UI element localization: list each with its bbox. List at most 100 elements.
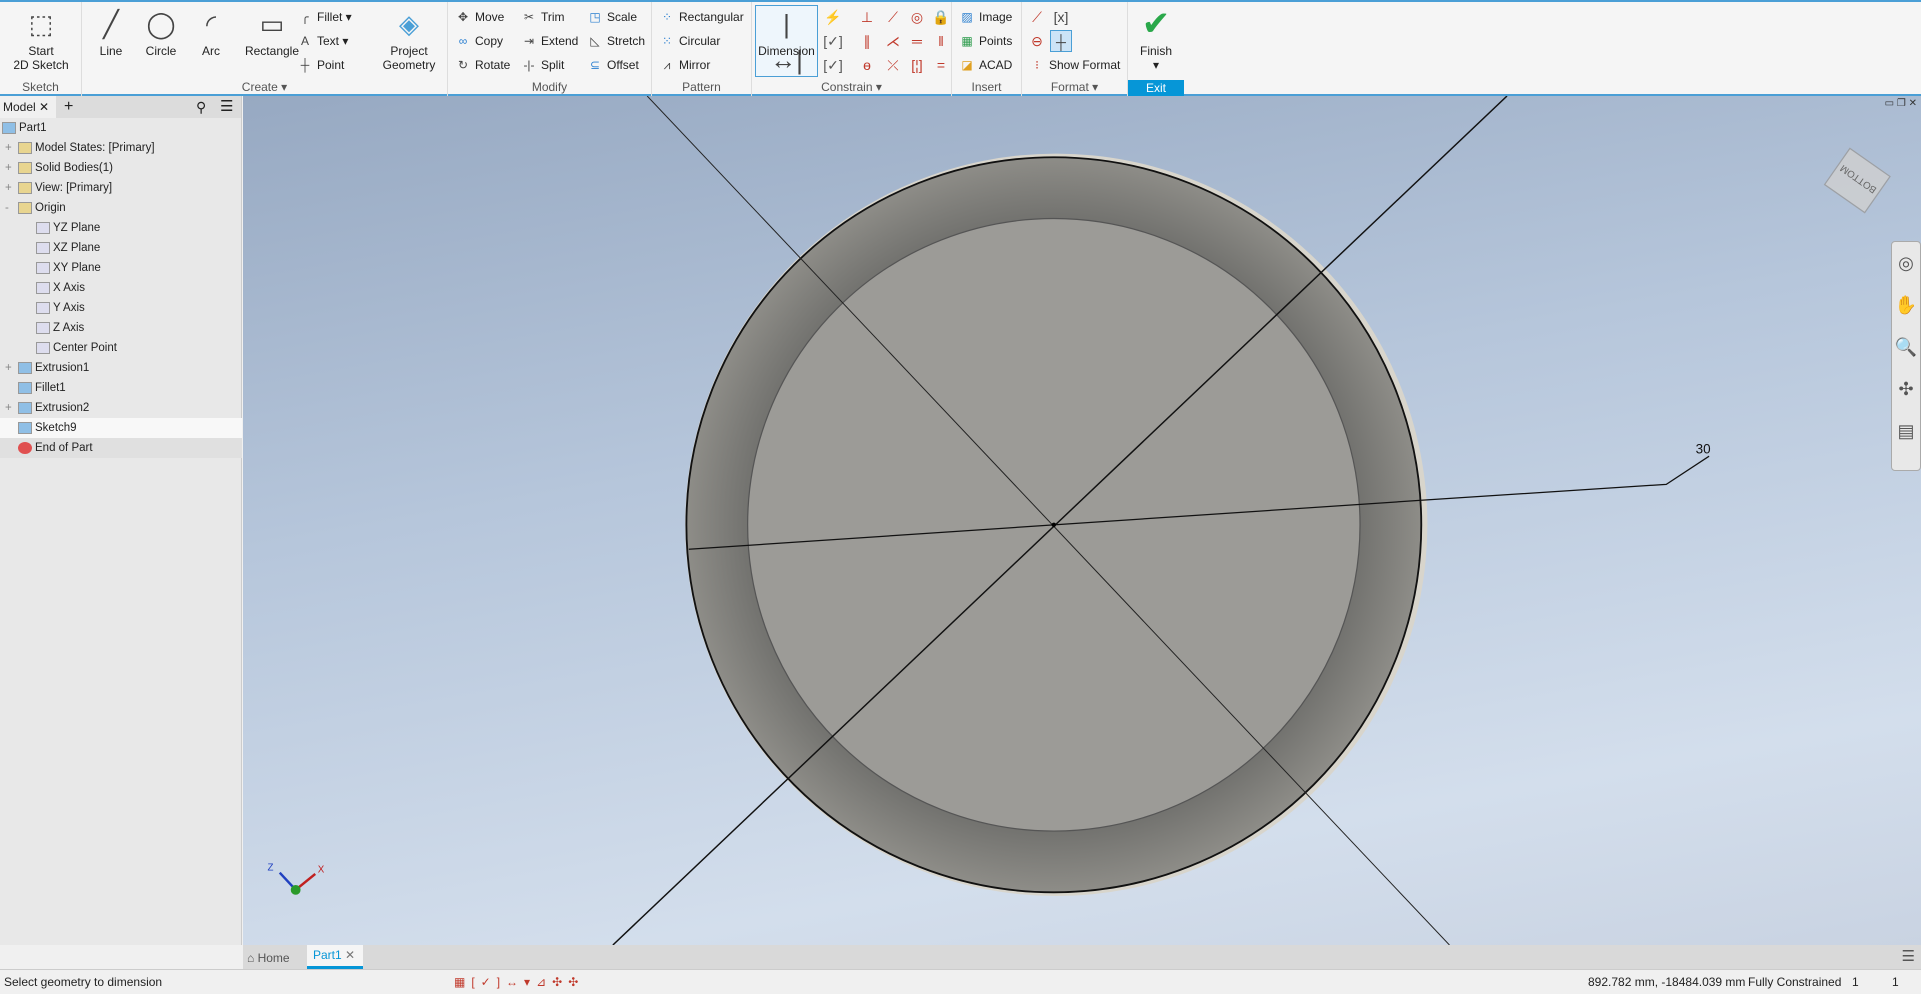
acad-button[interactable]: ◪ ACAD bbox=[958, 54, 1012, 76]
tab-part1[interactable]: Part1 ✕ bbox=[307, 945, 363, 969]
rotate-button[interactable]: ↻ Rotate bbox=[454, 54, 510, 76]
parallel-icon[interactable]: ∥ bbox=[856, 30, 878, 52]
dimension-button[interactable]: |↔| Dimension bbox=[755, 5, 818, 77]
tangent-icon[interactable]: ɵ bbox=[856, 54, 878, 76]
construction-icon[interactable]: ⟋ bbox=[1026, 6, 1048, 28]
scale-button[interactable]: ◳ Scale bbox=[586, 6, 637, 28]
mirror-button[interactable]: ⩘ Mirror bbox=[658, 54, 711, 76]
tree-item[interactable]: - Origin bbox=[0, 198, 242, 218]
expand-toggle[interactable]: + bbox=[5, 158, 12, 178]
auto-dimension-icon[interactable]: ⚡ bbox=[822, 6, 844, 28]
collinear-icon[interactable]: ⋌ bbox=[882, 30, 904, 52]
perpendicular-icon[interactable]: ⊥ bbox=[856, 6, 878, 28]
circular-pattern-button[interactable]: ⁙ Circular bbox=[658, 30, 720, 52]
tree-item[interactable]: Fillet1 bbox=[0, 378, 242, 398]
tab-model[interactable]: Model ✕ bbox=[0, 96, 56, 118]
tree-item[interactable]: Sketch9 bbox=[0, 418, 242, 438]
constraint-settings-icon[interactable]: [✓] bbox=[822, 54, 844, 76]
show-format-button[interactable]: ⁝ Show Format bbox=[1028, 54, 1120, 76]
point-icon: ┼ bbox=[300, 58, 310, 72]
view-cube[interactable]: BOTTOM bbox=[1823, 147, 1891, 214]
line-button[interactable]: ╱ Line bbox=[86, 6, 136, 58]
expand-toggle[interactable]: - bbox=[5, 198, 9, 218]
tree-item[interactable]: Z Axis bbox=[0, 318, 242, 338]
tab-home[interactable]: ⌂ Home bbox=[247, 948, 290, 968]
coincident-icon[interactable]: ⟋ bbox=[882, 6, 904, 28]
stretch-button[interactable]: ◺ Stretch bbox=[586, 30, 645, 52]
tree-item[interactable]: XZ Plane bbox=[0, 238, 242, 258]
tree-item-label: End of Part bbox=[35, 442, 93, 454]
start-2d-sketch-button[interactable]: ⬚ Start 2D Sketch bbox=[4, 6, 78, 72]
tree-item[interactable]: + Model States: [Primary] bbox=[0, 138, 242, 158]
zoom-icon[interactable]: 🔍 bbox=[1892, 326, 1920, 368]
fillet-button[interactable]: ╭ Fillet ▾ bbox=[296, 6, 351, 28]
driven-dimension-icon[interactable]: [x] bbox=[1050, 6, 1072, 28]
point-button[interactable]: ┼ Point bbox=[296, 54, 345, 76]
center-point-icon[interactable]: ┼ bbox=[1050, 30, 1072, 52]
add-tab-icon[interactable]: + bbox=[64, 96, 73, 118]
tree-item[interactable]: Y Axis bbox=[0, 298, 242, 318]
tree-item[interactable]: + View: [Primary] bbox=[0, 178, 242, 198]
tree-item[interactable]: YZ Plane bbox=[0, 218, 242, 238]
symmetric-icon[interactable]: [¦] bbox=[906, 54, 928, 76]
menu-icon[interactable]: ☰ bbox=[220, 96, 233, 118]
finish-button[interactable]: ✔ Finish ▾ bbox=[1128, 6, 1184, 72]
tree-item[interactable]: Part1 bbox=[0, 118, 242, 138]
split-button[interactable]: -|- Split bbox=[520, 54, 564, 76]
circle-button[interactable]: ◯ Circle bbox=[136, 6, 186, 58]
search-icon[interactable]: ⚲ bbox=[196, 96, 206, 118]
graphics-viewport[interactable]: 30 BOTTOM ZX ◎ ✋ 🔍 ✣ ▤ ▭ ❐ ✕ bbox=[243, 96, 1921, 945]
project-geometry-button[interactable]: ◈ Project Geometry bbox=[372, 6, 446, 72]
tree-item[interactable]: + Extrusion2 bbox=[0, 398, 242, 418]
tabs-menu-icon[interactable]: ☰ bbox=[1902, 947, 1915, 965]
steering-wheel-icon[interactable]: ◎ bbox=[1892, 242, 1920, 284]
tree-item[interactable]: Center Point bbox=[0, 338, 242, 358]
arc-button[interactable]: ◜ Arc bbox=[186, 6, 236, 58]
tree-item-label: Fillet1 bbox=[35, 382, 66, 394]
tree-item[interactable]: + Solid Bodies(1) bbox=[0, 158, 242, 178]
panel-label: Format ▾ bbox=[1050, 80, 1099, 94]
constraint-inference-icon[interactable]: [✓] bbox=[822, 30, 844, 52]
image-button[interactable]: ▨ Image bbox=[958, 6, 1012, 28]
extend-button[interactable]: ⇥ Extend bbox=[520, 30, 578, 52]
centerline-icon[interactable]: ⊖ bbox=[1026, 30, 1048, 52]
panel-label: Modify bbox=[531, 80, 568, 94]
tree-item[interactable]: End of Part bbox=[0, 438, 242, 458]
count-1: 1 bbox=[1852, 975, 1859, 989]
look-at-icon[interactable]: ▤ bbox=[1892, 410, 1920, 452]
panel-label: Exit bbox=[1128, 80, 1184, 96]
show-format-icon: ⁝ bbox=[1035, 58, 1039, 72]
move-button[interactable]: ✥ Move bbox=[454, 6, 504, 28]
offset-button[interactable]: ⊆ Offset bbox=[586, 54, 639, 76]
sketch-canvas[interactable]: 30 BOTTOM ZX bbox=[243, 96, 1921, 945]
points-button[interactable]: ▦ Points bbox=[958, 30, 1012, 52]
rectangular-pattern-button[interactable]: ⁘ Rectangular bbox=[658, 6, 744, 28]
horizontal-icon[interactable]: ═ bbox=[906, 30, 928, 52]
vertical-icon[interactable]: ‖ bbox=[930, 30, 952, 52]
pan-icon[interactable]: ✋ bbox=[1892, 284, 1920, 326]
fix-icon[interactable]: 🔒 bbox=[930, 6, 952, 28]
window-controls[interactable]: ▭ ❐ ✕ bbox=[1885, 98, 1917, 109]
orbit-icon[interactable]: ✣ bbox=[1892, 368, 1920, 410]
copy-button[interactable]: ∞ Copy bbox=[454, 30, 503, 52]
expand-toggle[interactable]: + bbox=[5, 398, 12, 418]
close-icon[interactable]: ✕ bbox=[345, 948, 355, 962]
status-toolbar[interactable]: ▦[✓]↔▾⊿✣✣ bbox=[454, 970, 584, 994]
tree-node-icon bbox=[2, 121, 16, 134]
expand-toggle[interactable]: + bbox=[5, 358, 12, 378]
smooth-icon[interactable]: ⤫ bbox=[882, 54, 904, 76]
tree-node-icon bbox=[18, 381, 32, 394]
close-icon[interactable]: ✕ bbox=[39, 100, 49, 114]
tree-item[interactable]: X Axis bbox=[0, 278, 242, 298]
expand-toggle[interactable]: + bbox=[5, 138, 12, 158]
navigation-bar[interactable]: ◎ ✋ 🔍 ✣ ▤ bbox=[1891, 241, 1921, 471]
tree-item-label: View: [Primary] bbox=[35, 182, 113, 194]
text-button[interactable]: A Text ▾ bbox=[296, 30, 348, 52]
trim-button[interactable]: ✂ Trim bbox=[520, 6, 565, 28]
tree-item[interactable]: + Extrusion1 bbox=[0, 358, 242, 378]
expand-toggle[interactable]: + bbox=[5, 178, 12, 198]
dimension-value[interactable]: 30 bbox=[1696, 442, 1711, 457]
concentric-icon[interactable]: ◎ bbox=[906, 6, 928, 28]
tree-item[interactable]: XY Plane bbox=[0, 258, 242, 278]
equal-icon[interactable]: = bbox=[930, 54, 952, 76]
